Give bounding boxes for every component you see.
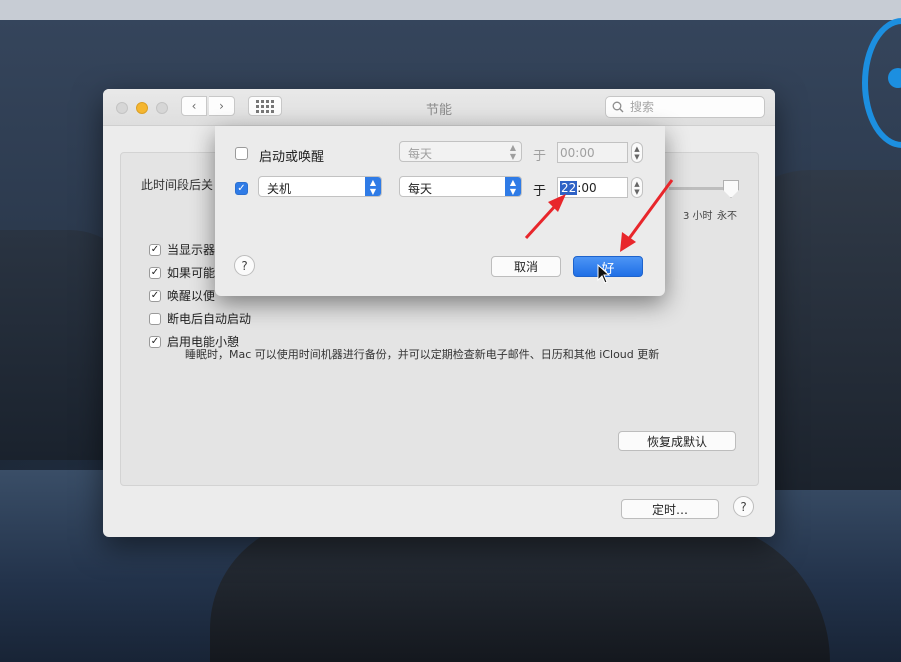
checkbox[interactable]: ✓ (149, 266, 161, 279)
restore-defaults-button[interactable]: 恢复成默认 (618, 431, 736, 451)
power-nap-description: 睡眠时，Mac 可以使用时间机器进行备份，并可以定期检查新电子邮件、日历和其他 … (185, 348, 660, 361)
checkbox[interactable]: ✓ (149, 243, 161, 256)
option-label: 如果可能 (167, 266, 216, 280)
wallpaper-island-bottom (210, 520, 830, 662)
stepper-down-icon: ▼ (634, 187, 640, 196)
startup-wake-checkbox[interactable] (235, 147, 248, 160)
updown-arrows-icon: ▲ ▼ (505, 177, 521, 196)
search-field[interactable] (605, 96, 765, 118)
menu-bar (0, 0, 901, 20)
startup-time-field[interactable]: 00:00 (557, 142, 628, 163)
option-label: 当显示器 (167, 243, 216, 257)
cancel-button[interactable]: 取消 (491, 256, 561, 277)
time-minutes: :00 (577, 180, 597, 195)
shutdown-checkbox[interactable]: ✓ (235, 182, 248, 195)
option-start-after-power-failure[interactable]: 断电后自动启动 (149, 307, 251, 330)
select-value: 每天 (408, 147, 433, 161)
option-label: 唤醒以便 (167, 289, 216, 303)
action-select[interactable]: 关机 ▲ ▼ (258, 176, 382, 197)
at-label: 于 (533, 149, 547, 164)
shutdown-frequency-select[interactable]: 每天 ▲ ▼ (399, 176, 522, 197)
shutdown-time-stepper[interactable]: ▲ ▼ (631, 177, 643, 198)
startup-wake-label: 启动或唤醒 (259, 150, 325, 165)
startup-frequency-select[interactable]: 每天 ▲ ▼ (399, 141, 522, 162)
mouse-cursor-icon (597, 264, 611, 284)
time-value: 00:00 (560, 145, 595, 160)
shutdown-time-field[interactable]: 22:00 (557, 177, 628, 198)
sheet-help-button[interactable]: ? (234, 255, 255, 276)
select-value: 每天 (408, 182, 433, 196)
tick-label-never: 永不 (717, 211, 737, 222)
stepper-down-icon: ▼ (634, 152, 640, 161)
checkbox[interactable]: ✓ (149, 335, 161, 348)
checkbox[interactable] (149, 312, 161, 325)
at-label: 于 (533, 184, 547, 199)
startup-time-stepper[interactable]: ▲ ▼ (631, 142, 643, 163)
slider-track (669, 187, 729, 190)
title-bar: ‹ › 节能 (103, 89, 775, 126)
help-button[interactable]: ? (733, 496, 754, 517)
tick-label-3h: 3 小时 (683, 211, 713, 222)
option-label: 断电后自动启动 (167, 312, 252, 326)
sleep-after-label: 此时间段后关 (141, 178, 214, 192)
sleep-slider[interactable]: 3 小时 永不 (669, 173, 759, 222)
select-value: 关机 (267, 182, 292, 196)
startup-wake-row: 启动或唤醒 每天 ▲ ▼ 于 00:00 ▲ ▼ (215, 141, 665, 165)
updown-arrows-icon: ▲ ▼ (509, 142, 517, 161)
search-input[interactable] (628, 99, 752, 115)
search-icon (612, 101, 624, 113)
updown-arrows-icon: ▲ ▼ (365, 177, 381, 196)
stepper-up-icon: ▲ (634, 144, 640, 153)
stepper-up-icon: ▲ (634, 179, 640, 188)
slider-thumb[interactable] (723, 180, 739, 198)
checkbox[interactable]: ✓ (149, 289, 161, 302)
shutdown-row: ✓ 关机 ▲ ▼ 每天 ▲ ▼ 于 22:00 ▲ ▼ (215, 176, 665, 200)
time-hour-selected[interactable]: 22 (560, 180, 578, 195)
schedule-button[interactable]: 定时… (621, 499, 719, 519)
